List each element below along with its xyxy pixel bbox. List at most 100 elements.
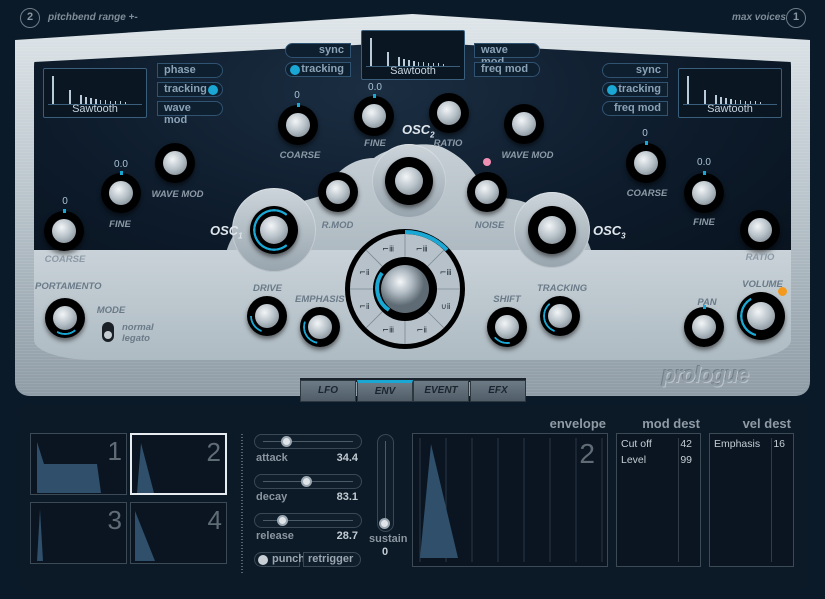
attack-slider[interactable]: [254, 434, 362, 449]
center-indicator: [702, 171, 706, 175]
env-thumb-2[interactable]: 2: [130, 433, 227, 495]
harmonic-bar: [387, 52, 389, 66]
shift-knob[interactable]: [487, 307, 527, 347]
knob-cap: [163, 151, 187, 175]
portamento-label: PORTAMENTO: [35, 281, 102, 292]
osc2-tracking-toggle[interactable]: tracking: [285, 62, 351, 77]
osc1-coarse-knob[interactable]: [44, 211, 84, 251]
slider-thumb[interactable]: [276, 515, 288, 526]
filter-type-lp12-icon[interactable]: ⌐ⅲ: [440, 268, 452, 277]
env-thumb-4[interactable]: 4: [130, 502, 227, 564]
tab-event[interactable]: EVENT: [413, 380, 469, 402]
slider-thumb[interactable]: [379, 518, 390, 529]
release-slider[interactable]: [254, 513, 362, 528]
filter-type-selector[interactable]: ⌐ⅲ ⌐ⅲ ⌐ⅲ ∪ⅱ ⌐ⅱ ⌐ⅲ ⌐ⅱ ⌐ⅱ: [344, 228, 466, 350]
knob-cap: [308, 315, 332, 339]
pan-label: PAN: [697, 297, 717, 308]
osc1-wave-mod-toggle[interactable]: wave mod: [157, 101, 223, 126]
filter-type-hp24-icon[interactable]: ⌐ⅱ: [359, 302, 369, 311]
osc2-ratio-knob[interactable]: [429, 93, 469, 133]
pitchbend-range-display[interactable]: 2: [20, 8, 40, 28]
volume-knob[interactable]: [737, 292, 785, 340]
list-item[interactable]: Level 99: [621, 454, 696, 468]
knob-cap: [395, 167, 423, 195]
envelope-editor[interactable]: 2: [412, 433, 608, 567]
max-voices-display[interactable]: 1: [786, 8, 806, 28]
osc2-waveform-display[interactable]: Sawtooth: [361, 30, 465, 80]
osc1-waveform-display[interactable]: Sawtooth: [43, 68, 147, 118]
slider-thumb[interactable]: [280, 436, 292, 447]
mode-switch[interactable]: [102, 322, 114, 342]
vel-dest-list[interactable]: Emphasis 16: [709, 433, 794, 567]
list-item[interactable]: Cut off 42: [621, 438, 696, 452]
decay-slider[interactable]: [254, 474, 362, 489]
tab-lfo[interactable]: LFO: [300, 380, 356, 402]
osc3-coarse-knob[interactable]: [626, 143, 666, 183]
filter-type-bp24-icon[interactable]: ⌐ⅱ: [417, 326, 427, 335]
tab-efx[interactable]: EFX: [470, 380, 526, 402]
osc2-coarse-knob[interactable]: [278, 105, 318, 145]
osc3-fine-knob[interactable]: [684, 173, 724, 213]
osc2-freq-mod-toggle[interactable]: freq mod: [474, 62, 540, 77]
tracking-knob[interactable]: [540, 296, 580, 336]
osc2-fine-knob[interactable]: [354, 96, 394, 136]
envelope-title: envelope: [549, 416, 606, 431]
drive-knob[interactable]: [247, 296, 287, 336]
osc1-fine-knob[interactable]: [101, 173, 141, 213]
env-thumb-number: 3: [107, 505, 122, 535]
env-thumb-1[interactable]: 1: [30, 433, 127, 495]
vel-dest-title: vel dest: [742, 416, 791, 431]
osc2-coarse-label: COARSE: [279, 150, 321, 161]
waveform-spectrum: [48, 75, 142, 105]
mod-dest-list[interactable]: Cut off 42 Level 99: [616, 433, 701, 567]
filter-type-lp18-icon[interactable]: ⌐ⅲ: [416, 244, 428, 253]
osc2-wave-mod-label: WAVE MOD: [501, 150, 554, 161]
filter-type-notch-icon[interactable]: ⌐ⅱ: [359, 268, 369, 277]
osc3-sync-toggle[interactable]: sync: [602, 63, 668, 78]
punch-button[interactable]: punch: [254, 552, 305, 567]
osc3-level-knob[interactable]: [528, 206, 576, 254]
osc2-sync-toggle[interactable]: sync: [285, 43, 351, 58]
env-thumb-3[interactable]: 3: [30, 502, 127, 564]
emphasis-knob[interactable]: [300, 307, 340, 347]
filter-type-hp12-icon[interactable]: ⌐ⅲ: [382, 326, 394, 335]
osc3-tracking-toggle[interactable]: tracking: [602, 82, 668, 97]
osc2-waveform-name: Sawtooth: [390, 65, 436, 77]
osc2-wave-mod-toggle[interactable]: wave mod: [474, 43, 540, 68]
portamento-knob[interactable]: [45, 298, 85, 338]
slider-thumb[interactable]: [301, 476, 313, 487]
filter-type-bp12-icon[interactable]: ∪ⅱ: [441, 302, 451, 311]
sustain-slider[interactable]: [377, 434, 394, 532]
osc3-label: OSC3: [593, 223, 626, 241]
osc1-level-knob[interactable]: [250, 206, 298, 254]
pitchbend-range-label: pitchbend range +-: [48, 12, 138, 23]
decay-label: decay: [256, 491, 288, 503]
osc1-phase-toggle[interactable]: phase: [157, 63, 223, 78]
cutoff-knob[interactable]: [381, 265, 429, 313]
osc2-wave-mod-knob[interactable]: [504, 104, 544, 144]
osc2-fine-value: 0.0: [368, 82, 382, 93]
osc3-ratio-knob[interactable]: [740, 210, 780, 250]
mode-option-legato[interactable]: legato: [122, 333, 150, 344]
rmod-knob[interactable]: [318, 172, 358, 212]
osc3-coarse-value: 0: [642, 128, 648, 139]
tab-env[interactable]: ENV: [357, 380, 413, 402]
osc1-tracking-toggle[interactable]: tracking: [157, 82, 223, 97]
knob-cap: [747, 302, 775, 330]
retrigger-button[interactable]: retrigger: [303, 552, 361, 567]
led-on-icon: [290, 64, 300, 75]
pan-knob[interactable]: [684, 307, 724, 347]
noise-knob[interactable]: [467, 172, 507, 212]
mode-option-normal[interactable]: normal: [122, 322, 154, 333]
osc1-wave-mod-knob[interactable]: [155, 143, 195, 183]
filter-type-lp24-icon[interactable]: ⌐ⅲ: [382, 244, 394, 253]
divider: [241, 433, 243, 573]
osc2-coarse-value: 0: [294, 90, 300, 101]
list-item[interactable]: Emphasis 16: [714, 438, 789, 452]
osc3-freq-mod-toggle[interactable]: freq mod: [602, 101, 668, 116]
led-off-icon: [258, 554, 268, 565]
osc1-coarse-label: COARSE: [44, 254, 86, 265]
osc3-waveform-display[interactable]: Sawtooth: [678, 68, 782, 118]
osc1-wave-mod-label: WAVE MOD: [151, 189, 204, 200]
osc2-level-knob[interactable]: [385, 157, 433, 205]
